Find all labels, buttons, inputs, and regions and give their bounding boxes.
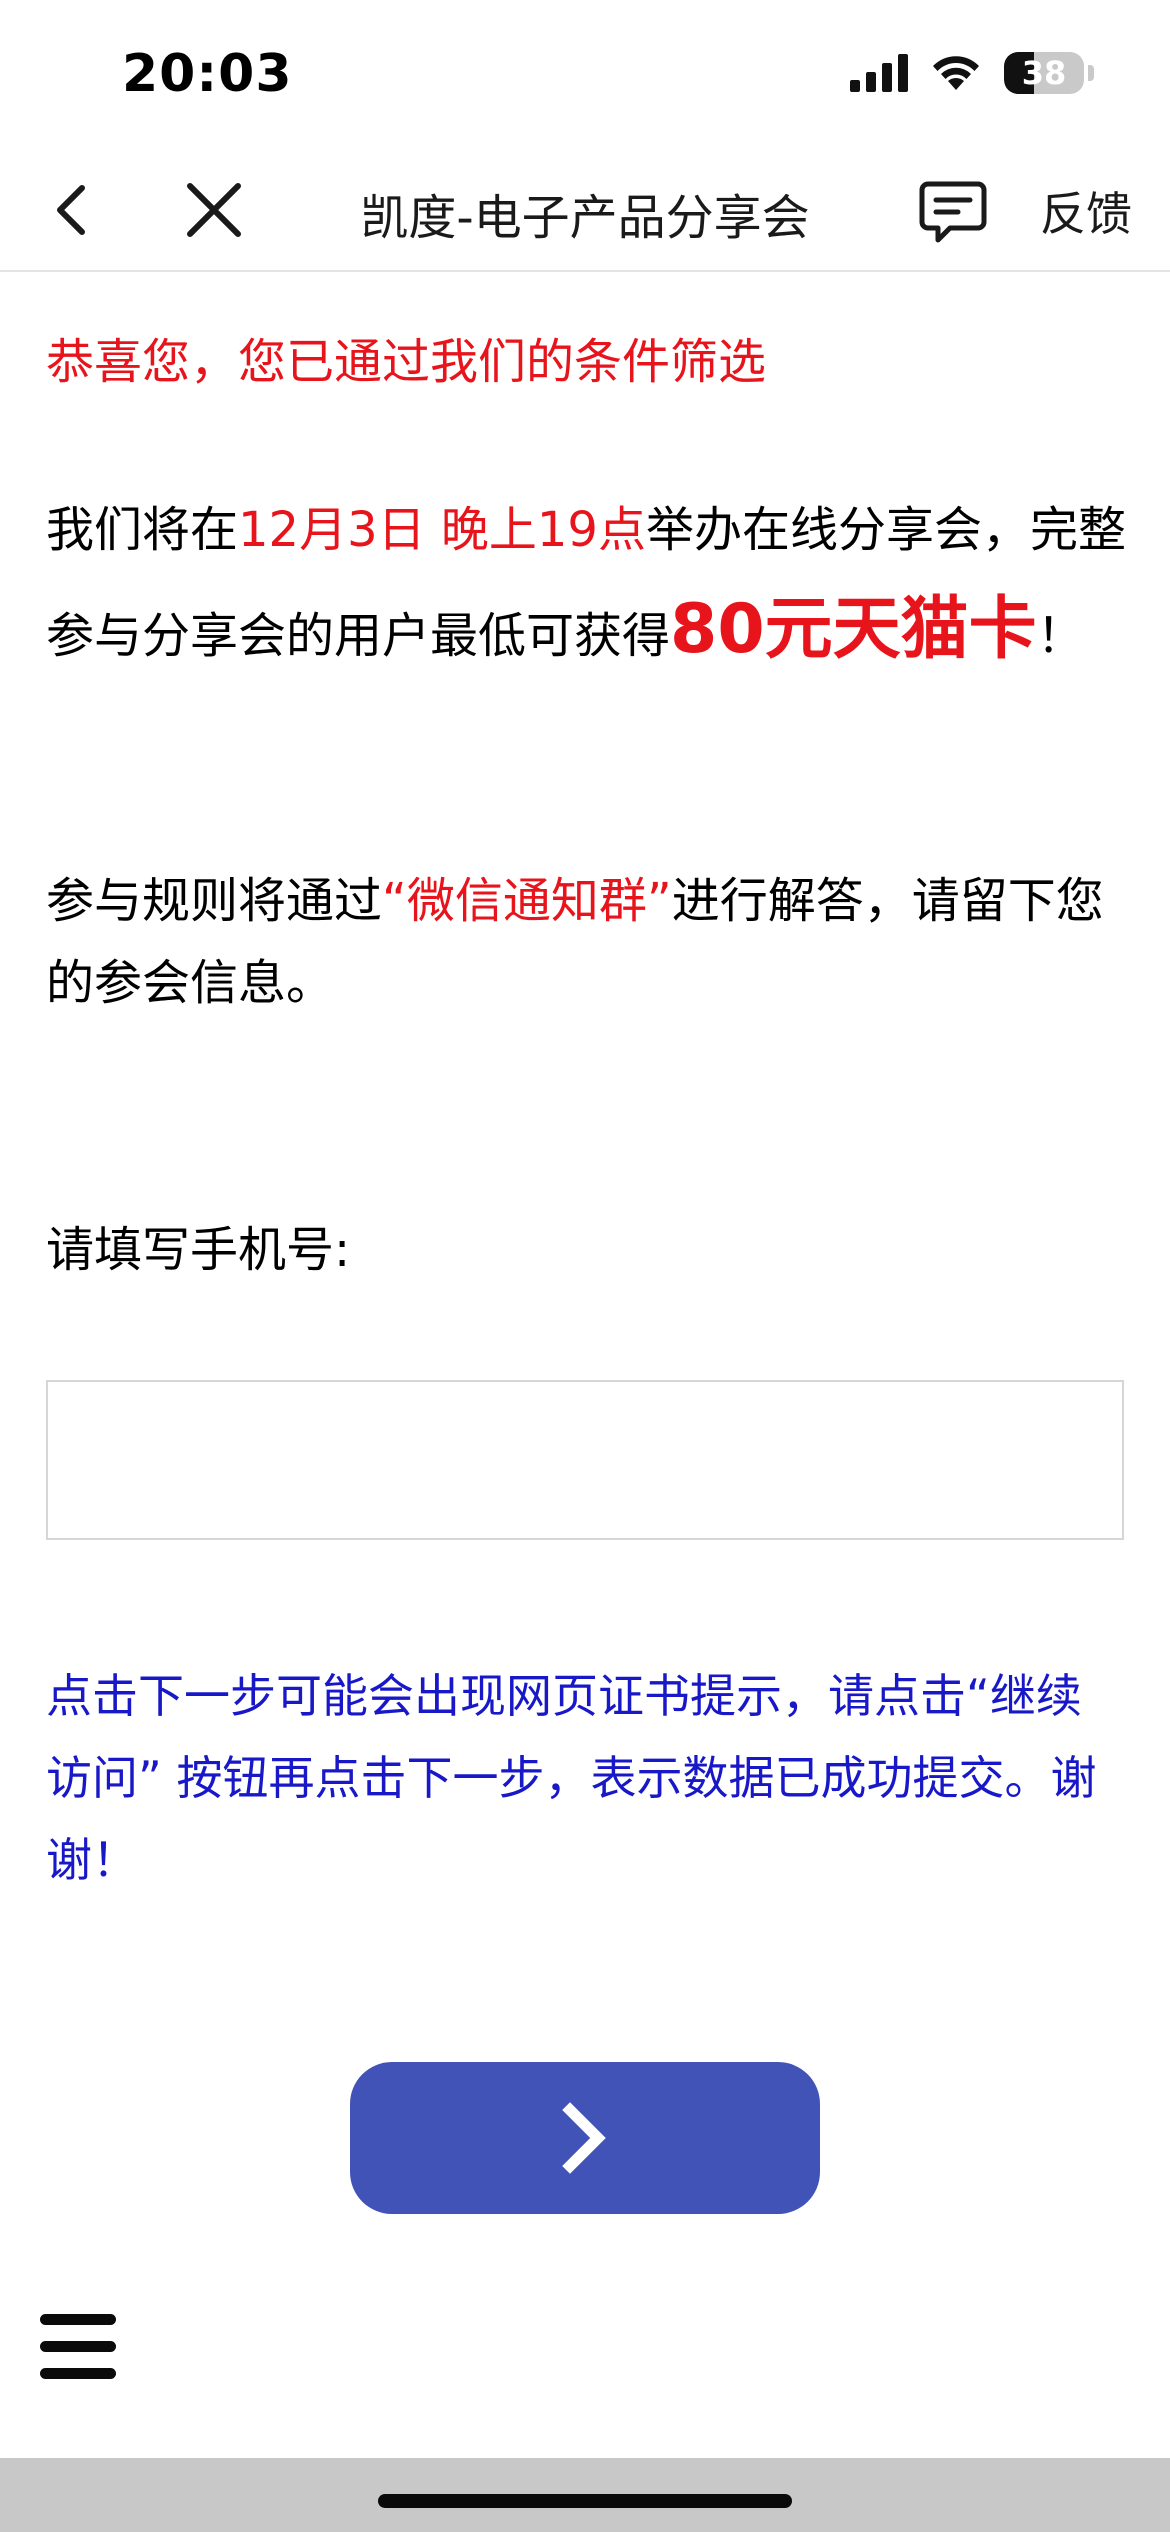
certificate-note: 点击下一步可能会出现网页证书提示，请点击“继续访问” 按钮再点击下一步，表示数据…	[46, 1669, 1097, 1887]
rules-text: 参与规则将通过	[46, 873, 383, 929]
feedback-button[interactable]: 反馈	[1040, 178, 1132, 244]
wifi-icon	[933, 56, 979, 90]
chevron-right-icon	[562, 2102, 606, 2174]
event-info-paragraph: 我们将在12月3日 晚上19点举办在线分享会，完整参与分享会的用户最低可获得80…	[46, 480, 1126, 686]
event-info-text: ！	[1036, 608, 1085, 664]
nav-bar: 凯度-电子产品分享会 反馈	[0, 150, 1170, 272]
event-date-highlight: 12月3日 晚上19点	[238, 502, 646, 558]
signal-icon	[850, 54, 908, 92]
page-title: 凯度-电子产品分享会	[360, 190, 810, 246]
home-bar-area	[0, 2458, 1170, 2532]
battery-level: 38	[1021, 54, 1067, 92]
event-info-text: 我们将在	[46, 502, 239, 558]
rules-paragraph: 参与规则将通过“微信通知群”进行解答，请留下您的参会信息。	[46, 860, 1126, 1024]
home-indicator[interactable]	[378, 2494, 792, 2508]
page: 20:03 38 凯度-电子产品分享会 反馈 恭喜您，您已通过我们的条件筛选 我…	[0, 0, 1170, 2532]
reward-highlight: 80元天猫卡	[670, 590, 1037, 669]
back-icon[interactable]	[40, 176, 108, 244]
next-button[interactable]	[350, 2062, 820, 2214]
status-bar: 20:03 38	[0, 0, 1170, 150]
status-time: 20:03	[122, 44, 293, 104]
status-icons: 38	[850, 52, 1094, 94]
congrats-text: 恭喜您，您已通过我们的条件筛选	[46, 334, 767, 390]
feedback-icon[interactable]	[918, 176, 988, 246]
phone-label: 请填写手机号:	[46, 1222, 351, 1278]
close-icon[interactable]	[180, 176, 248, 244]
battery-icon: 38	[1004, 52, 1084, 94]
battery-tip	[1088, 65, 1094, 81]
wechat-group-highlight: “微信通知群”	[382, 873, 672, 929]
menu-icon[interactable]	[40, 2312, 116, 2382]
phone-input[interactable]	[46, 1380, 1124, 1540]
